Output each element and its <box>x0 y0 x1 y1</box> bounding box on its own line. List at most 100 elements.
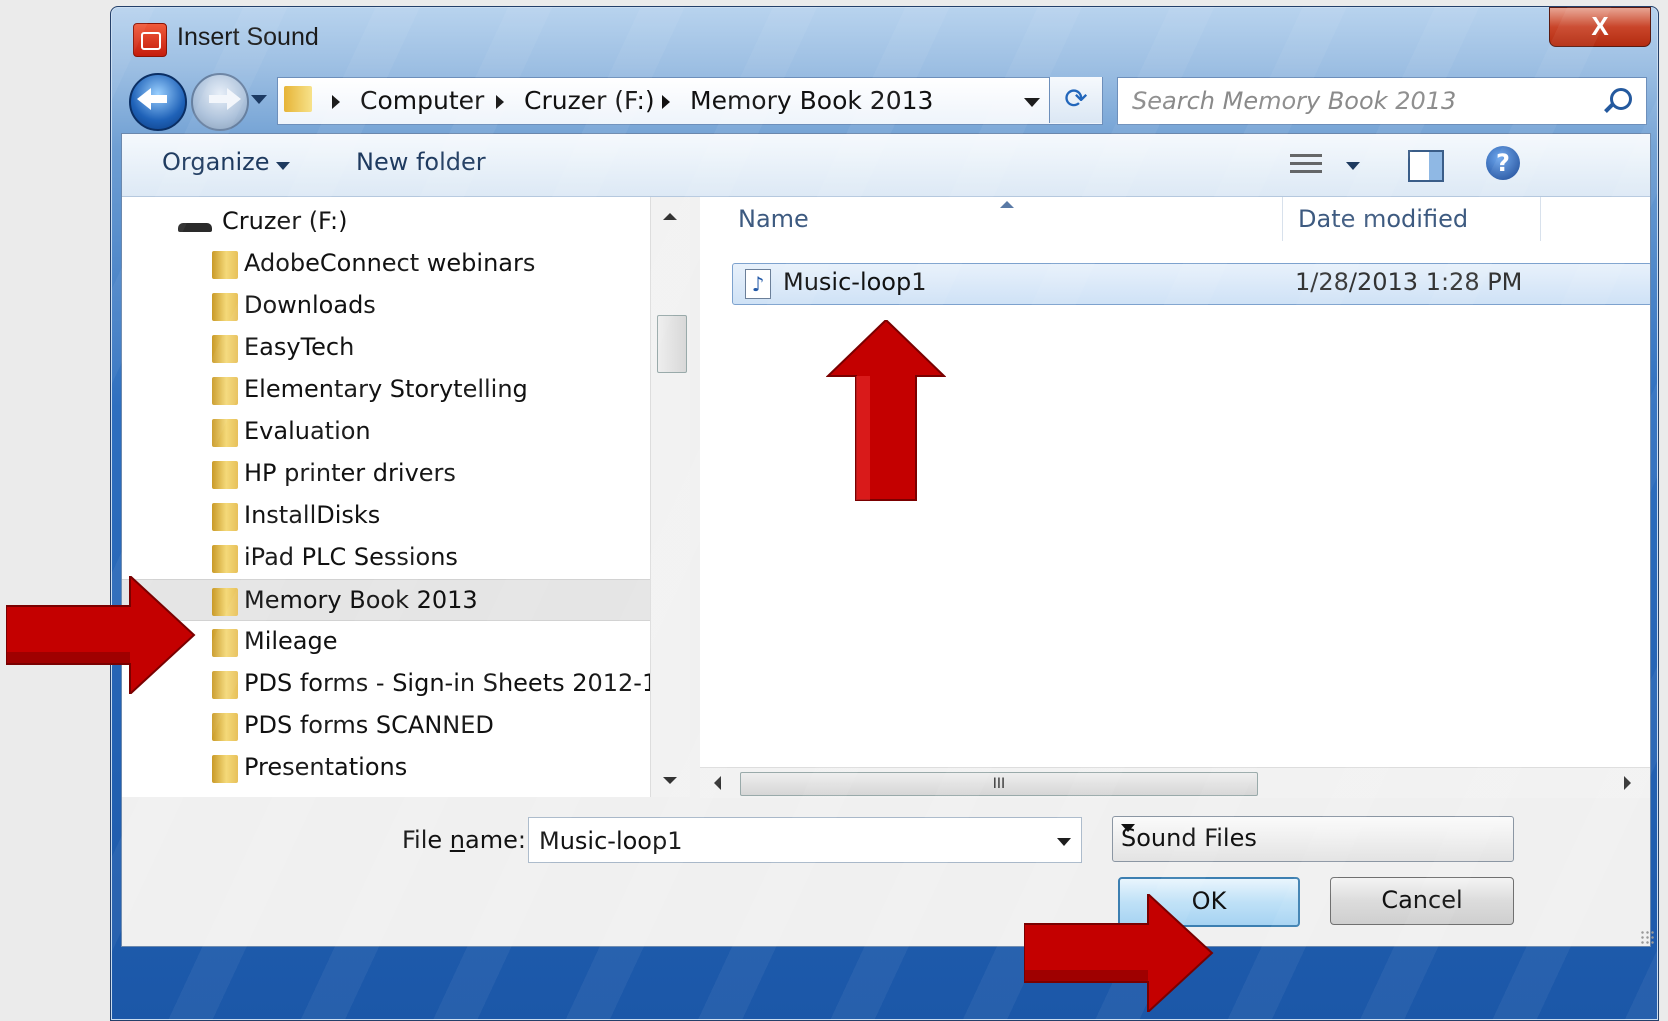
nav-folder[interactable]: iPad PLC Sessions <box>122 537 650 577</box>
chevron-right-icon[interactable] <box>496 95 504 109</box>
scroll-thumb[interactable] <box>657 315 687 373</box>
new-folder-button[interactable]: New folder <box>356 148 486 176</box>
nav-folder-partial[interactable] <box>122 789 650 797</box>
nav-item-label: Cruzer (F:) <box>222 207 348 235</box>
chevron-right-icon[interactable] <box>662 95 670 109</box>
forward-arrow-icon[interactable] <box>191 73 249 131</box>
file-row[interactable]: ♪ Music-loop1 1/28/2013 1:28 PM <box>732 263 1650 305</box>
chevron-down-icon[interactable] <box>1057 838 1071 846</box>
file-type-select[interactable]: Sound Files <box>1112 816 1514 862</box>
crumb-drive[interactable]: Cruzer (F:) <box>524 86 655 115</box>
nav-folder-selected[interactable]: Memory Book 2013 <box>122 579 650 621</box>
nav-item-label: Evaluation <box>244 417 371 445</box>
annotation-arrow-right-icon <box>1024 894 1214 1012</box>
annotation-arrow-up-icon <box>826 320 946 501</box>
command-toolbar: Organize New folder ? <box>122 134 1650 197</box>
nav-item-label: Memory Book 2013 <box>244 586 478 614</box>
app-icon <box>133 23 167 57</box>
crumb-current-folder[interactable]: Memory Book 2013 <box>690 86 933 115</box>
nav-folder[interactable]: PDS forms - Sign-in Sheets 2012-13 <box>122 663 673 703</box>
nav-item-label: PDS forms SCANNED <box>244 711 494 739</box>
scroll-up-icon[interactable] <box>663 213 677 220</box>
cancel-button[interactable]: Cancel <box>1330 877 1514 925</box>
preview-pane-icon[interactable] <box>1408 150 1444 182</box>
column-divider[interactable] <box>1540 197 1541 241</box>
insert-sound-dialog: Insert Sound X Computer Cruzer (F:) Memo… <box>110 6 1659 1021</box>
folder-icon <box>212 629 238 657</box>
nav-folder[interactable]: AdobeConnect webinars <box>122 243 650 283</box>
nav-folder[interactable]: Elementary Storytelling <box>122 369 650 409</box>
folder-icon <box>212 377 238 405</box>
nav-vertical-scrollbar[interactable] <box>650 197 691 797</box>
nav-folder[interactable]: EasyTech <box>122 327 650 367</box>
label-part: File <box>402 826 450 854</box>
folder-icon <box>212 755 238 783</box>
views-icon[interactable] <box>1290 154 1322 178</box>
dialog-body: Organize New folder ? Cruzer (F:) AdobeC… <box>121 133 1654 947</box>
nav-folder[interactable]: Presentations <box>122 747 650 787</box>
nav-item-label: Downloads <box>244 291 376 319</box>
folder-icon <box>212 588 238 616</box>
resize-grip-icon[interactable] <box>1640 930 1654 944</box>
nav-folder[interactable]: Evaluation <box>122 411 650 451</box>
nav-item-label: HP printer drivers <box>244 459 456 487</box>
search-input[interactable] <box>1130 84 1574 118</box>
address-bar[interactable]: Computer Cruzer (F:) Memory Book 2013 <box>277 77 1103 125</box>
pane-splitter[interactable] <box>690 197 700 797</box>
column-divider[interactable] <box>1282 197 1283 241</box>
nav-folder[interactable]: Downloads <box>122 285 650 325</box>
nav-item-label: Elementary Storytelling <box>244 375 528 403</box>
nav-item-label: iPad PLC Sessions <box>244 543 458 571</box>
file-name-input[interactable] <box>537 824 1041 858</box>
folder-icon <box>212 713 238 741</box>
file-name-label: File name: <box>402 826 526 854</box>
scroll-thumb[interactable]: III <box>740 772 1258 796</box>
nav-item-drive[interactable]: Cruzer (F:) <box>122 201 650 241</box>
sound-file-icon: ♪ <box>745 269 771 299</box>
organize-button[interactable]: Organize <box>162 148 270 176</box>
folder-icon <box>212 251 238 279</box>
chevron-down-icon[interactable] <box>1121 824 1135 832</box>
file-horizontal-scrollbar[interactable]: III <box>700 767 1650 798</box>
chevron-down-icon[interactable] <box>276 162 290 170</box>
folder-icon <box>212 671 238 699</box>
scroll-down-icon[interactable] <box>663 777 677 784</box>
nav-item-label: InstallDisks <box>244 501 381 529</box>
recent-pages-dropdown-icon[interactable] <box>251 95 267 104</box>
folder-icon <box>212 419 238 447</box>
back-arrow-icon[interactable] <box>129 73 187 131</box>
views-dropdown-icon[interactable] <box>1346 162 1360 170</box>
close-button[interactable]: X <box>1549 7 1651 47</box>
nav-folder[interactable]: Mileage <box>122 621 650 661</box>
file-name-combobox[interactable] <box>528 817 1082 863</box>
file-date: 1/28/2013 1:28 PM <box>1295 268 1523 296</box>
label-part: ame: <box>465 826 526 854</box>
annotation-arrow-right-icon <box>6 576 196 694</box>
file-name: Music-loop1 <box>783 268 927 296</box>
column-header-name[interactable]: Name <box>738 205 809 233</box>
chevron-right-icon[interactable] <box>332 95 340 109</box>
search-icon[interactable] <box>1610 88 1632 110</box>
folder-icon <box>212 545 238 573</box>
nav-item-label: EasyTech <box>244 333 355 361</box>
nav-folder[interactable]: PDS forms SCANNED <box>122 705 650 745</box>
nav-folder[interactable]: HP printer drivers <box>122 453 650 493</box>
scroll-right-icon[interactable] <box>1624 776 1631 790</box>
label-accelerator: n <box>449 826 466 854</box>
search-box[interactable] <box>1117 77 1647 125</box>
column-header-date[interactable]: Date modified <box>1298 205 1468 233</box>
help-icon[interactable]: ? <box>1486 146 1520 180</box>
file-type-value: Sound Files <box>1121 824 1257 852</box>
nav-item-label: Mileage <box>244 627 338 655</box>
folder-icon <box>212 461 238 489</box>
folder-icon <box>284 86 312 112</box>
refresh-icon[interactable]: ⟳ <box>1049 77 1102 123</box>
crumb-computer[interactable]: Computer <box>360 86 484 115</box>
window-title: Insert Sound <box>177 23 319 51</box>
nav-folder[interactable]: InstallDisks <box>122 495 650 535</box>
address-dropdown-icon[interactable] <box>1024 98 1040 107</box>
scroll-left-icon[interactable] <box>714 776 721 790</box>
sort-ascending-icon <box>1000 201 1014 208</box>
drive-icon <box>178 223 212 232</box>
folder-icon <box>212 335 238 363</box>
